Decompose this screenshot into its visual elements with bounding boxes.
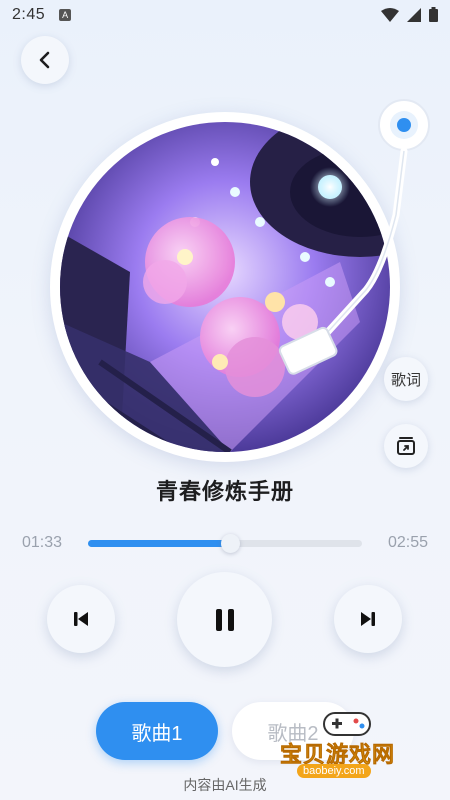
chevron-left-icon <box>39 51 50 69</box>
pause-button[interactable] <box>177 572 272 667</box>
watermark-logo: 宝贝游戏网 baobeiy.com <box>270 705 420 785</box>
battery-icon <box>429 7 438 22</box>
status-bar: 2:45 A <box>0 0 450 30</box>
lyrics-button[interactable]: 歌词 <box>384 357 428 401</box>
progress-fill <box>88 540 231 547</box>
previous-button[interactable] <box>47 585 115 653</box>
skip-previous-icon <box>74 612 88 626</box>
progress-thumb[interactable] <box>221 534 241 553</box>
pause-icon <box>215 608 234 631</box>
total-time: 02:55 <box>387 534 428 551</box>
lyrics-label: 歌词 <box>390 371 421 389</box>
current-time: 01:33 <box>22 534 63 551</box>
progress-slider[interactable] <box>88 534 362 553</box>
song-tab-1[interactable]: 歌曲1 <box>96 702 218 760</box>
ai-generated-note: 内容由AI生成 <box>183 777 267 793</box>
back-button[interactable] <box>21 36 69 84</box>
gamepad-icon <box>323 712 371 736</box>
notification-icon: A <box>59 9 72 21</box>
skip-next-icon <box>361 612 375 626</box>
next-button[interactable] <box>334 585 402 653</box>
status-icons <box>381 7 438 22</box>
status-time: 2:45 <box>12 6 46 23</box>
song-title: 青春修炼手册 <box>155 479 294 504</box>
share-button[interactable] <box>384 424 428 468</box>
wifi-icon <box>381 7 399 22</box>
tonearm <box>278 99 430 375</box>
signal-icon <box>407 7 421 22</box>
share-card-icon <box>397 437 415 455</box>
